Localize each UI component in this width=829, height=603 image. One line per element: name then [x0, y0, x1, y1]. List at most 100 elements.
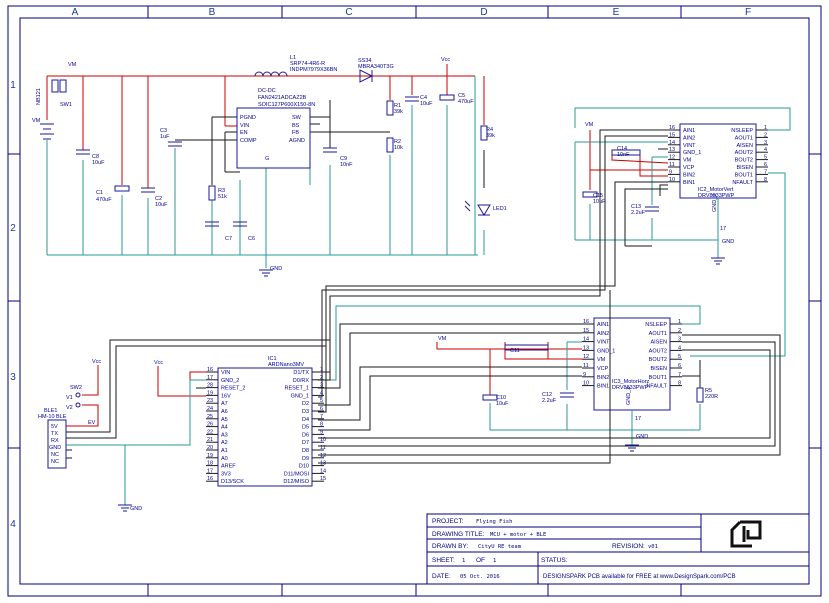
- driver2-pin-name: BOUT2: [649, 357, 667, 363]
- net-vm-top: VM: [68, 62, 77, 68]
- driver2-pin-name: BIN2: [597, 375, 609, 381]
- driver1-pin-name: AIN2: [683, 135, 695, 141]
- driver1-pin-labels: AIN116AIN215VINT14GND_113VM12VCP11BIN29B…: [668, 125, 768, 186]
- mcu-pin-name: D5: [302, 425, 309, 431]
- mcu-pin-number: 12: [320, 453, 326, 459]
- driver1-pin-number: 15: [669, 132, 675, 138]
- driver1-pin-number: 1: [764, 125, 767, 131]
- project-label: PROJECT:: [432, 518, 464, 525]
- regulator-labels: DC-DC FAN2421ADCAZ2B SOIC127P600X150-8N …: [240, 88, 315, 162]
- regulator-pin-pgnd: PGND: [240, 115, 256, 121]
- driver1-pin-number: 16: [669, 125, 675, 131]
- led-label: LED1: [493, 206, 507, 212]
- mcu-pin-number: 16: [207, 476, 213, 482]
- driver2-pin-number: 11: [583, 363, 589, 369]
- driver2-pin-name: NFAULT: [646, 384, 667, 390]
- mcu-pin-number: 8: [320, 422, 323, 428]
- cap-c4-value: 10uF: [420, 101, 433, 107]
- mcu-pin-number: 15: [320, 476, 326, 482]
- mcu-pin-number: 3: [320, 383, 323, 389]
- driver2-pin-name: VINT: [597, 340, 610, 346]
- mcu-pin-number: 24: [207, 406, 213, 412]
- cap-c9-value: 10nF: [340, 162, 353, 168]
- regulator-pin-en: EN: [240, 130, 248, 136]
- regulator-pin-fb: FB: [292, 130, 299, 136]
- mcu-pin-number: 21: [207, 437, 213, 443]
- mcu-pin-number: 4: [320, 390, 323, 396]
- inductor-value: INDPM7979X36BN: [290, 67, 337, 73]
- mcu-part: ARDNano3MV: [268, 362, 304, 368]
- ble-vcc-net: Vcc: [92, 359, 101, 365]
- driver1-pin-number: 14: [669, 140, 675, 146]
- cap-c5-value: 470uF: [458, 99, 474, 105]
- regulator-part: FAN2421ADCAZ2B: [258, 95, 307, 101]
- driver2-pin-name: AOUT2: [649, 348, 667, 354]
- regulator-pin-comp: COMP: [240, 138, 257, 144]
- driver1-pin-number: 10: [669, 177, 675, 183]
- mcu-pin-name: AREF: [221, 464, 236, 470]
- mcu-pin-name: A0: [221, 456, 228, 462]
- driver2-c10-value: 10uF: [496, 401, 509, 407]
- ble-switch-label: SW2: [70, 385, 82, 391]
- driver1-pin-name: GND_1: [683, 150, 701, 156]
- mcu-pin-name: GND_1: [291, 393, 309, 399]
- gnd-label-power: GND: [270, 266, 282, 272]
- driver1-pin-name: AISEN: [736, 143, 753, 149]
- cap-c2-value: 10uF: [155, 202, 168, 208]
- driver1-pin-name: BOUT1: [735, 172, 753, 178]
- driver2-pin-number: 12: [583, 354, 589, 360]
- driver1-c14-value: 10nF: [617, 152, 630, 158]
- ble-part: HM-10 BLE: [38, 414, 67, 420]
- mcu-pin-number: 23: [207, 398, 213, 404]
- driver1-pin-name: AOUT1: [735, 135, 753, 141]
- mcu-pin-name: RESET_1: [285, 386, 309, 392]
- driver2-pin-number: 13: [583, 345, 589, 351]
- driver2-vm-net: VM: [438, 336, 447, 342]
- column-labels: A B C D E F: [72, 7, 751, 18]
- driver2-pin-name: BIN1: [597, 384, 609, 390]
- mcu-pin-name: D12/MISO: [283, 479, 309, 485]
- battery-label: NB121: [36, 88, 42, 105]
- switch-sw1-label: SW1: [60, 102, 72, 108]
- mcu-labels: IC1 ARDNano3MV Vcc: [154, 356, 304, 368]
- driver1-pin-name: BOUT2: [735, 158, 753, 164]
- ble-ev-label: EV: [88, 420, 96, 426]
- driver2-pin-name: VCP: [597, 366, 609, 372]
- mcu-pin-name: 16V: [221, 393, 231, 399]
- mcu-pin-number: 1: [320, 367, 323, 373]
- ble-switch-sw2: [75, 392, 81, 408]
- driver1-pin-number: 11: [669, 162, 675, 168]
- ble-pin-nc2: NC: [51, 459, 59, 465]
- driver1-pin-number: 5: [764, 155, 767, 161]
- driver1-pin-number: 13: [669, 147, 675, 153]
- row-labels: 1 2 3 4: [10, 80, 16, 530]
- driver1-pin-number: 4: [764, 147, 767, 153]
- driver1-vm-net: VM: [585, 122, 594, 128]
- mcu-pin-number: 2: [320, 375, 323, 381]
- regulator-pin-bs: BS: [292, 123, 300, 129]
- footer-text: DESIGNSPARK PCB available for FREE at ww…: [543, 574, 736, 580]
- driver2-pin-name: BOUT1: [649, 375, 667, 381]
- driver1-pin-number: 2: [764, 132, 767, 138]
- col-label-a: A: [72, 7, 79, 18]
- mcu-pin-name: D2: [302, 401, 309, 407]
- mcu-pin-name: VIN: [221, 370, 230, 376]
- ble-pin-5v: 5V: [51, 424, 58, 430]
- driver2-pin-name: NSLEEP: [645, 322, 667, 328]
- driver2-pin-name: GND_1: [597, 348, 615, 354]
- mcu-pin-name: A7: [221, 401, 228, 407]
- mcu-pin-name: 3V3: [221, 471, 231, 477]
- status-label: STATUS:: [541, 557, 568, 564]
- mcu-pin-number: 14: [320, 468, 326, 474]
- driver1-pin-number: 6: [764, 162, 767, 168]
- driver1-pin-name: BIN1: [683, 180, 695, 186]
- switch-sw1: [51, 79, 67, 93]
- driver2-pin-number: 4: [678, 345, 681, 351]
- mcu-pin-name: D13/SCK: [221, 479, 244, 485]
- driver1-gnd-pin-name: GND_2: [712, 194, 718, 212]
- driver2-long-wires: [318, 129, 781, 464]
- res-r2-value: 10k: [394, 145, 403, 151]
- driver2-c11-ref: C11: [510, 348, 520, 354]
- res-r4-value: 39k: [486, 133, 495, 139]
- mcu-pin-name: D7: [302, 440, 309, 446]
